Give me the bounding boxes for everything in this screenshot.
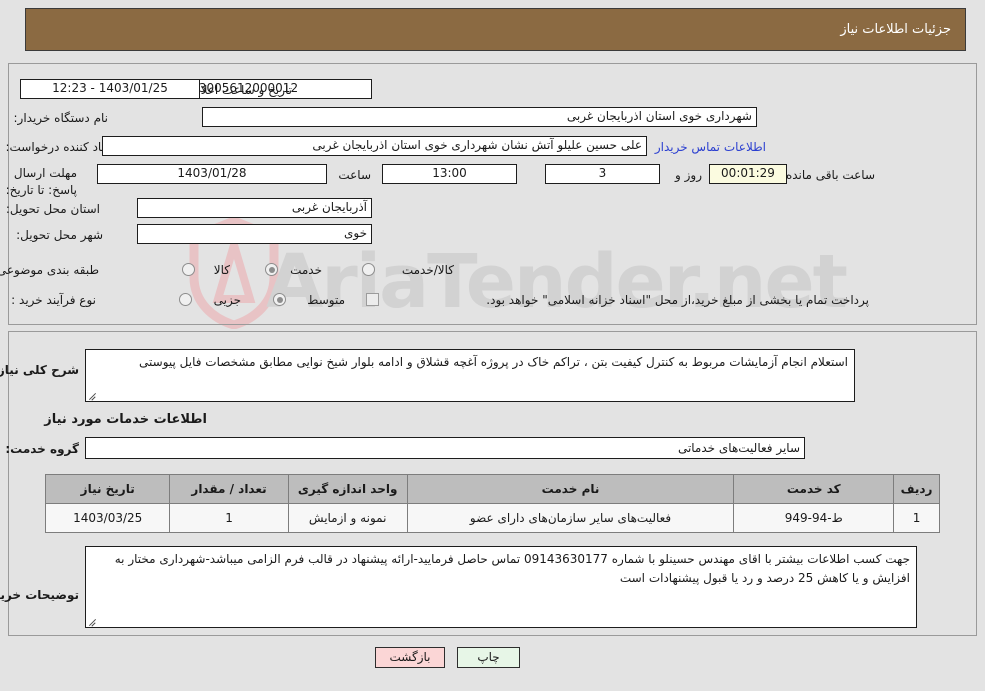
province-label: استان محل تحویل: (5, 202, 100, 216)
buyer-notes-text: جهت کسب اطلاعات بیشتر با اقای مهندس حسین… (114, 552, 910, 585)
col-header-row-no: ردیف (893, 474, 940, 504)
requester-value: علی حسین علیلو آتش نشان شهرداری خوی استا… (102, 136, 647, 156)
cell-unit: نمونه و ازمایش (287, 503, 408, 533)
col-header-service-code: کد خدمت (733, 474, 895, 504)
page-header-bar: جزئیات اطلاعات نیاز (25, 8, 966, 51)
radio-category-khedmat[interactable] (265, 263, 278, 276)
cell-service-name: فعالیت‌های سایر سازمان‌های دارای عضو (406, 503, 735, 533)
category-option-label-1: خدمت (290, 263, 322, 277)
need-info-panel (8, 63, 977, 325)
deadline-time-value: 13:00 (382, 164, 517, 184)
countdown-label: ساعت باقی مانده (785, 168, 875, 182)
back-button[interactable]: بازگشت (375, 647, 445, 668)
category-option-label-0: کالا (213, 263, 230, 277)
remaining-days-label: روز و (675, 168, 702, 182)
category-option-label-2: کالا/خدمت (401, 263, 454, 277)
buyer-contact-link[interactable]: اطلاعات تماس خریدار (655, 139, 766, 155)
col-header-quantity: تعداد / مقدار (169, 474, 289, 504)
table-header-row: ردیف کد خدمت نام خدمت واحد اندازه گیری ت… (44, 474, 940, 504)
deadline-label: مهلت ارسال پاسخ: تا تاریخ: (5, 166, 77, 197)
col-header-service-name: نام خدمت (406, 474, 735, 504)
page-title: جزئیات اطلاعات نیاز (840, 22, 951, 37)
public-announce-value: 1403/01/25 - 12:23 (20, 79, 200, 99)
description-textarea[interactable]: استعلام انجام آزمایشات مربوط به کنترل کی… (85, 349, 855, 402)
cell-quantity: 1 (169, 503, 289, 533)
cell-need-date: 1403/03/25 (44, 503, 171, 533)
city-label: شهر محل تحویل: (16, 228, 103, 242)
process-option-label-1: متوسط (307, 293, 345, 307)
col-header-need-date: تاریخ نیاز (44, 474, 171, 504)
city-value: خوی (137, 224, 372, 244)
description-text: استعلام انجام آزمایشات مربوط به کنترل کی… (139, 355, 848, 369)
buyer-notes-textarea[interactable]: جهت کسب اطلاعات بیشتر با اقای مهندس حسین… (85, 546, 917, 628)
process-label: نوع فرآیند خرید : (11, 293, 96, 307)
remaining-days-value: 3 (545, 164, 660, 184)
buyer-notes-label: توضیحات خریدار: (0, 588, 79, 602)
deadline-date-value: 1403/01/28 (97, 164, 327, 184)
service-group-label: گروه خدمت: (5, 442, 79, 456)
countdown-timer-value: 00:01:29 (709, 164, 787, 184)
province-value: آذربایجان غربی (137, 198, 372, 218)
service-group-value: سایر فعالیت‌های خدماتی (85, 437, 805, 459)
resize-grip-icon-notes[interactable] (88, 616, 98, 626)
treasury-bond-label: پرداخت تمام یا بخشی از مبلغ خرید،از محل … (486, 293, 869, 307)
buyer-org-label: نام دستگاه خریدار: (13, 111, 109, 125)
category-label: طبقه بندی موضوعی: (0, 263, 99, 277)
services-table: ردیف کد خدمت نام خدمت واحد اندازه گیری ت… (44, 474, 940, 533)
cell-service-code: ط-94-949 (733, 503, 895, 533)
radio-process-motevaset[interactable] (273, 293, 286, 306)
cell-row-no: 1 (893, 503, 940, 533)
table-row: 1 ط-94-949 فعالیت‌های سایر سازمان‌های دا… (44, 503, 940, 533)
process-option-label-0: جزیی (213, 293, 241, 307)
radio-process-jozei[interactable] (179, 293, 192, 306)
description-label: شرح کلی نیاز: (0, 363, 79, 377)
col-header-unit: واحد اندازه گیری (287, 474, 408, 504)
services-section-title: اطلاعات خدمات مورد نیاز (44, 412, 207, 427)
resize-grip-icon[interactable] (88, 390, 98, 400)
deadline-hour-label: ساعت (338, 168, 371, 182)
requester-label: ایجاد کننده درخواست: (5, 140, 116, 154)
radio-category-kala-khedmat[interactable] (362, 263, 375, 276)
buyer-org-value: شهرداری خوی استان اذربایجان غربی (202, 107, 757, 127)
treasury-bond-checkbox[interactable] (366, 293, 379, 306)
radio-category-kala[interactable] (182, 263, 195, 276)
print-button[interactable]: چاپ (457, 647, 520, 668)
